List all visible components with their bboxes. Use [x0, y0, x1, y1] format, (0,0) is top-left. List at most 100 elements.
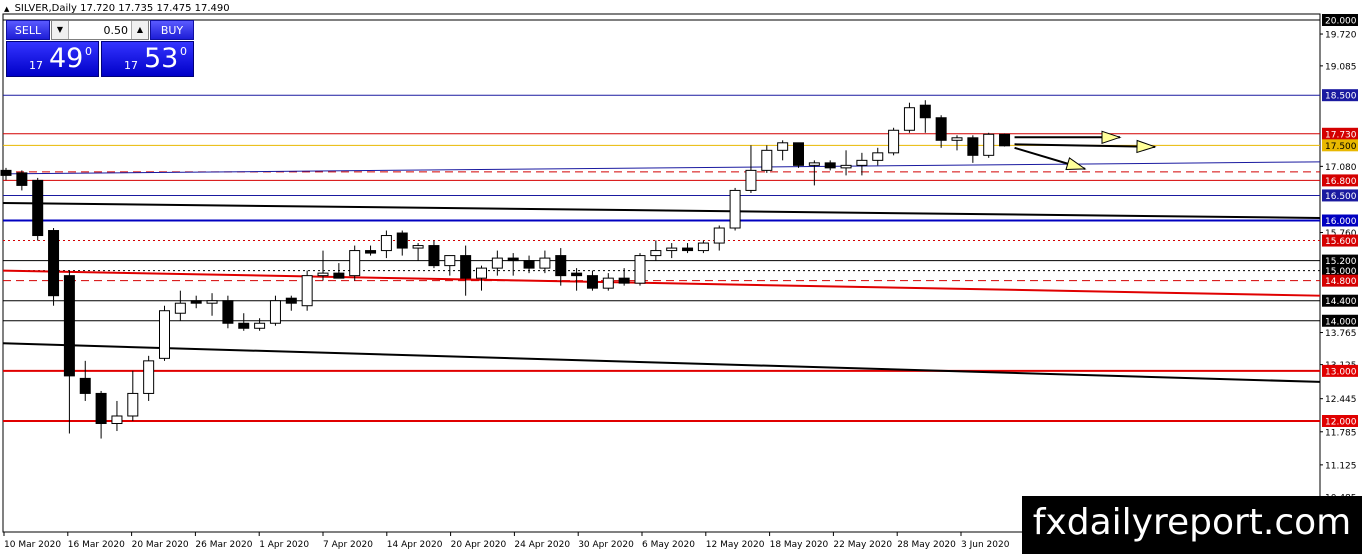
candle-body [571, 272, 583, 277]
trend-line [2, 269, 1321, 297]
time-axis-label: 7 Apr 2020 [323, 540, 373, 550]
price-tag-label: 17.730 [1325, 130, 1357, 140]
time-axis-label: 18 May 2020 [770, 540, 829, 550]
candle-body [935, 117, 947, 141]
candle-body [697, 242, 709, 252]
candle-body [872, 152, 884, 161]
candle-body [333, 272, 345, 279]
price-tag-label: 17.500 [1325, 142, 1357, 152]
candle-body [713, 227, 725, 244]
price-tag-label: 14.800 [1325, 277, 1357, 287]
price-tag-label: 18.500 [1325, 92, 1357, 102]
candle-body [143, 360, 155, 394]
symbol-label: SILVER,Daily [14, 3, 77, 14]
sell-price-sup: 0 [85, 45, 92, 58]
lot-decrease-icon[interactable]: ▼ [52, 21, 69, 39]
candle-body [856, 159, 868, 166]
candle-body [999, 133, 1011, 147]
candle-body [476, 267, 487, 279]
time-axis-label: 20 Mar 2020 [132, 540, 189, 550]
candle-body [63, 275, 75, 377]
lot-size-input[interactable] [69, 21, 131, 39]
arrow-up-head [1101, 130, 1122, 144]
candle-body [396, 232, 408, 249]
candle-body [206, 300, 218, 304]
price-tag-label: 16.000 [1325, 217, 1357, 227]
candle-body [745, 169, 757, 191]
candle-body [650, 250, 662, 257]
candle-body [0, 169, 12, 176]
sell-button[interactable]: SELL [6, 20, 50, 40]
candle-body [777, 142, 789, 151]
candle-body [555, 255, 567, 277]
time-axis-label: 30 Apr 2020 [578, 540, 634, 550]
lot-increase-icon[interactable]: ▲ [131, 21, 148, 39]
buy-price-sup: 0 [180, 45, 187, 58]
candle-body [682, 247, 694, 252]
candle-body [349, 250, 361, 277]
candle-body [919, 104, 931, 119]
price-tag-label: 20.000 [1325, 17, 1357, 27]
triangle-icon: ▲ [4, 5, 10, 13]
arrow-flat-head [1136, 139, 1157, 154]
one-click-trading-panel: SELL ▼ ▲ BUY 17 49 0 17 53 0 [6, 20, 194, 77]
candle-body [523, 260, 535, 269]
price-tag-label: 12.000 [1325, 418, 1357, 428]
candle-body [808, 162, 820, 166]
sell-price-display[interactable]: 17 49 0 [6, 41, 99, 77]
time-axis-label: 6 May 2020 [642, 540, 695, 550]
candle-body [412, 245, 424, 249]
sell-price-prefix: 17 [29, 59, 43, 72]
candle-body [824, 162, 836, 169]
time-axis-label: 10 Mar 2020 [4, 540, 61, 550]
candle-body [222, 300, 234, 324]
price-axis-label: 19.720 [1325, 31, 1357, 41]
candle-body [190, 300, 202, 304]
candle-body [444, 255, 456, 267]
time-axis-label: 3 Jun 2020 [961, 540, 1010, 550]
candle-body [618, 277, 630, 284]
time-axis-label: 14 Apr 2020 [387, 540, 443, 550]
candle-body [95, 392, 107, 425]
price-axis-label: 11.125 [1325, 461, 1357, 471]
candle-body [840, 164, 852, 169]
price-tag-label: 15.600 [1325, 237, 1357, 247]
time-axis-label: 16 Mar 2020 [68, 540, 125, 550]
time-axis-label: 12 May 2020 [706, 540, 765, 550]
candle-body [269, 300, 281, 324]
price-chart[interactable]: 20.000 19.720 19.085 18.500 17.730 17.500 17.0… [0, 0, 1362, 554]
candle-body [586, 275, 598, 289]
time-axis-label: 22 May 2020 [833, 540, 892, 550]
buy-button[interactable]: BUY [150, 20, 194, 40]
candle-body [507, 257, 519, 262]
price-axis-label: 12.445 [1325, 395, 1357, 405]
candle-body [317, 272, 329, 277]
candle-body [539, 257, 551, 269]
candle-body [32, 179, 44, 237]
chart-title-bar: ▲ SILVER,Daily 17.720 17.735 17.475 17.4… [4, 3, 230, 14]
arrow-flat-shaft [1014, 143, 1156, 148]
buy-price-display[interactable]: 17 53 0 [101, 41, 194, 77]
candle-body [238, 322, 250, 329]
candle-body [365, 250, 377, 254]
candle-body [761, 149, 773, 171]
price-axis-label: 19.085 [1325, 62, 1357, 72]
price-tag-label: 14.400 [1325, 297, 1357, 307]
candle-body [888, 129, 900, 154]
candle-body [159, 310, 170, 359]
chart-area[interactable]: 20.000 19.720 19.085 18.500 17.730 17.500 17.0… [0, 0, 1362, 554]
price-tag-label: 14.000 [1325, 317, 1357, 327]
candle-body [16, 172, 28, 186]
trend-line [2, 342, 1321, 383]
plot-frame [2, 13, 1321, 533]
time-axis-label: 24 Apr 2020 [514, 540, 570, 550]
price-axis-label: 17.080 [1325, 163, 1357, 173]
brand-watermark: fxdailyreport.com [1022, 496, 1362, 554]
candle-body [729, 189, 741, 229]
price-axis-label: 11.785 [1325, 428, 1357, 438]
lot-size-field[interactable]: ▼ ▲ [51, 20, 149, 40]
time-axis-label: 26 Mar 2020 [195, 540, 252, 550]
candle-body [602, 277, 614, 289]
candle-body [967, 137, 979, 156]
buy-price-prefix: 17 [124, 59, 138, 72]
